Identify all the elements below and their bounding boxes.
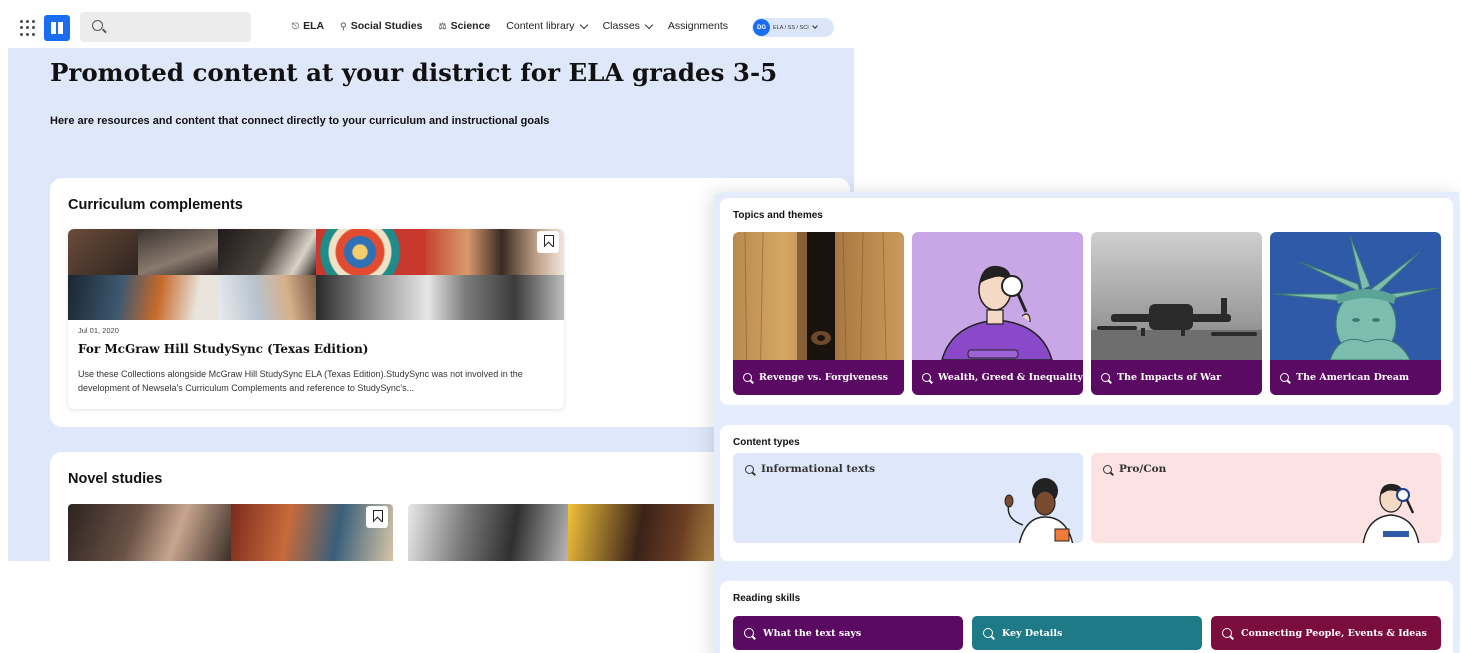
- nav-assignments-label: Assignments: [667, 20, 729, 32]
- skill-label: Connecting People, Events & Ideas: [1241, 627, 1427, 639]
- nav-links: ⎋ ELA ⚲ Social Studies ⚖ Science Content…: [292, 20, 744, 32]
- novel-card-image[interactable]: [408, 504, 728, 561]
- content-type-head: Informational texts: [745, 463, 875, 475]
- top-nav: ⎋ ELA ⚲ Social Studies ⚖ Science Content…: [8, 8, 854, 48]
- newsela-logo[interactable]: [44, 15, 70, 41]
- reading-skills-section: Reading skills What the text says Key De…: [720, 581, 1453, 653]
- search-input[interactable]: [80, 12, 251, 42]
- section-title: Reading skills: [733, 593, 801, 604]
- chevron-down-icon: [644, 20, 654, 29]
- search-icon: [1222, 628, 1232, 638]
- topic-label: The Impacts of War: [1117, 372, 1222, 383]
- search-icon: [922, 373, 931, 382]
- content-type-informational[interactable]: Informational texts: [733, 453, 1083, 543]
- book-icon: ⎋: [292, 20, 300, 31]
- skill-connecting-people[interactable]: Connecting People, Events & Ideas: [1211, 616, 1441, 650]
- user-menu[interactable]: DG ELA / SS / SCI: [752, 18, 834, 37]
- bookmark-icon[interactable]: [366, 506, 388, 528]
- section-title: Curriculum complements: [68, 197, 243, 213]
- skill-label: What the text says: [763, 627, 862, 639]
- content-type-procon[interactable]: Pro/Con: [1091, 453, 1441, 543]
- apps-grid-icon[interactable]: [20, 20, 36, 36]
- page-subtitle: Here are resources and content that conn…: [50, 115, 550, 127]
- user-subjects-label: ELA / SS / SCI: [773, 24, 809, 31]
- skill-key-details[interactable]: Key Details: [972, 616, 1202, 650]
- nav-social-studies[interactable]: ⚲ Social Studies: [340, 20, 422, 32]
- nav-ela[interactable]: ⎋ ELA: [292, 20, 324, 32]
- nav-assignments[interactable]: Assignments: [668, 20, 728, 32]
- nav-ela-label: ELA: [303, 20, 325, 32]
- browse-topics-window: Topics and themes Revenge vs. Forgivenes…: [714, 192, 1459, 653]
- collection-card[interactable]: Jul 01, 2020 For McGraw Hill StudySync (…: [68, 229, 564, 409]
- card-title[interactable]: For McGraw Hill StudySync (Texas Edition…: [78, 342, 368, 356]
- search-icon: [1280, 373, 1289, 382]
- nav-science-label: Science: [450, 20, 491, 32]
- nav-classes[interactable]: Classes: [602, 20, 654, 32]
- nav-content-library-label: Content library: [506, 20, 575, 32]
- search-icon: [92, 20, 103, 31]
- skill-label: Key Details: [1002, 627, 1063, 639]
- nav-content-library[interactable]: Content library: [506, 20, 588, 32]
- topic-label-bar: Wealth, Greed & Inequality: [912, 360, 1083, 395]
- topic-label: Wealth, Greed & Inequality: [938, 372, 1083, 383]
- collection-image: [68, 229, 564, 320]
- content-types-section: Content types Informational texts Pro/Co…: [720, 425, 1453, 561]
- content-type-head: Pro/Con: [1103, 463, 1166, 475]
- page-title: Promoted content at your district for EL…: [50, 58, 778, 87]
- search-icon: [983, 628, 993, 638]
- topic-tile-war[interactable]: The Impacts of War: [1091, 232, 1262, 395]
- bookmark-icon[interactable]: [537, 231, 559, 253]
- search-icon: [743, 373, 752, 382]
- topic-tile-american-dream[interactable]: The American Dream: [1270, 232, 1441, 395]
- chevron-down-icon: [811, 23, 818, 29]
- student-illustration: [1004, 478, 1074, 543]
- magnifier-person-illustration: [1362, 483, 1420, 543]
- nav-classes-label: Classes: [602, 20, 640, 32]
- chevron-down-icon: [579, 20, 588, 29]
- search-icon: [1101, 373, 1110, 382]
- topic-label: The American Dream: [1296, 372, 1410, 383]
- skill-what-the-text-says[interactable]: What the text says: [733, 616, 963, 650]
- topic-label-bar: Revenge vs. Forgiveness: [733, 360, 904, 395]
- topic-label-bar: The Impacts of War: [1091, 360, 1262, 395]
- search-icon: [744, 628, 754, 638]
- topic-tile-wealth[interactable]: Wealth, Greed & Inequality: [912, 232, 1083, 395]
- avatar: DG: [753, 19, 770, 36]
- nav-social-studies-label: Social Studies: [350, 20, 423, 32]
- content-type-label: Pro/Con: [1119, 463, 1167, 475]
- pin-icon: ⚲: [340, 20, 347, 31]
- topics-section: Topics and themes Revenge vs. Forgivenes…: [720, 198, 1453, 405]
- search-icon: [1103, 464, 1112, 474]
- card-description: Use these Collections alongside McGraw H…: [78, 369, 523, 393]
- nav-science[interactable]: ⚖ Science: [439, 20, 491, 32]
- section-title: Topics and themes: [733, 210, 823, 221]
- novel-card-image[interactable]: [68, 504, 393, 561]
- topic-label: Revenge vs. Forgiveness: [759, 372, 888, 383]
- section-title: Novel studies: [68, 471, 163, 487]
- flask-icon: ⚖: [438, 20, 447, 31]
- content-type-label: Informational texts: [761, 463, 875, 475]
- section-title: Content types: [733, 437, 800, 448]
- search-icon: [745, 464, 754, 474]
- card-date: Jul 01, 2020: [78, 326, 119, 335]
- topic-label-bar: The American Dream: [1270, 360, 1441, 395]
- topic-tile-revenge[interactable]: Revenge vs. Forgiveness: [733, 232, 904, 395]
